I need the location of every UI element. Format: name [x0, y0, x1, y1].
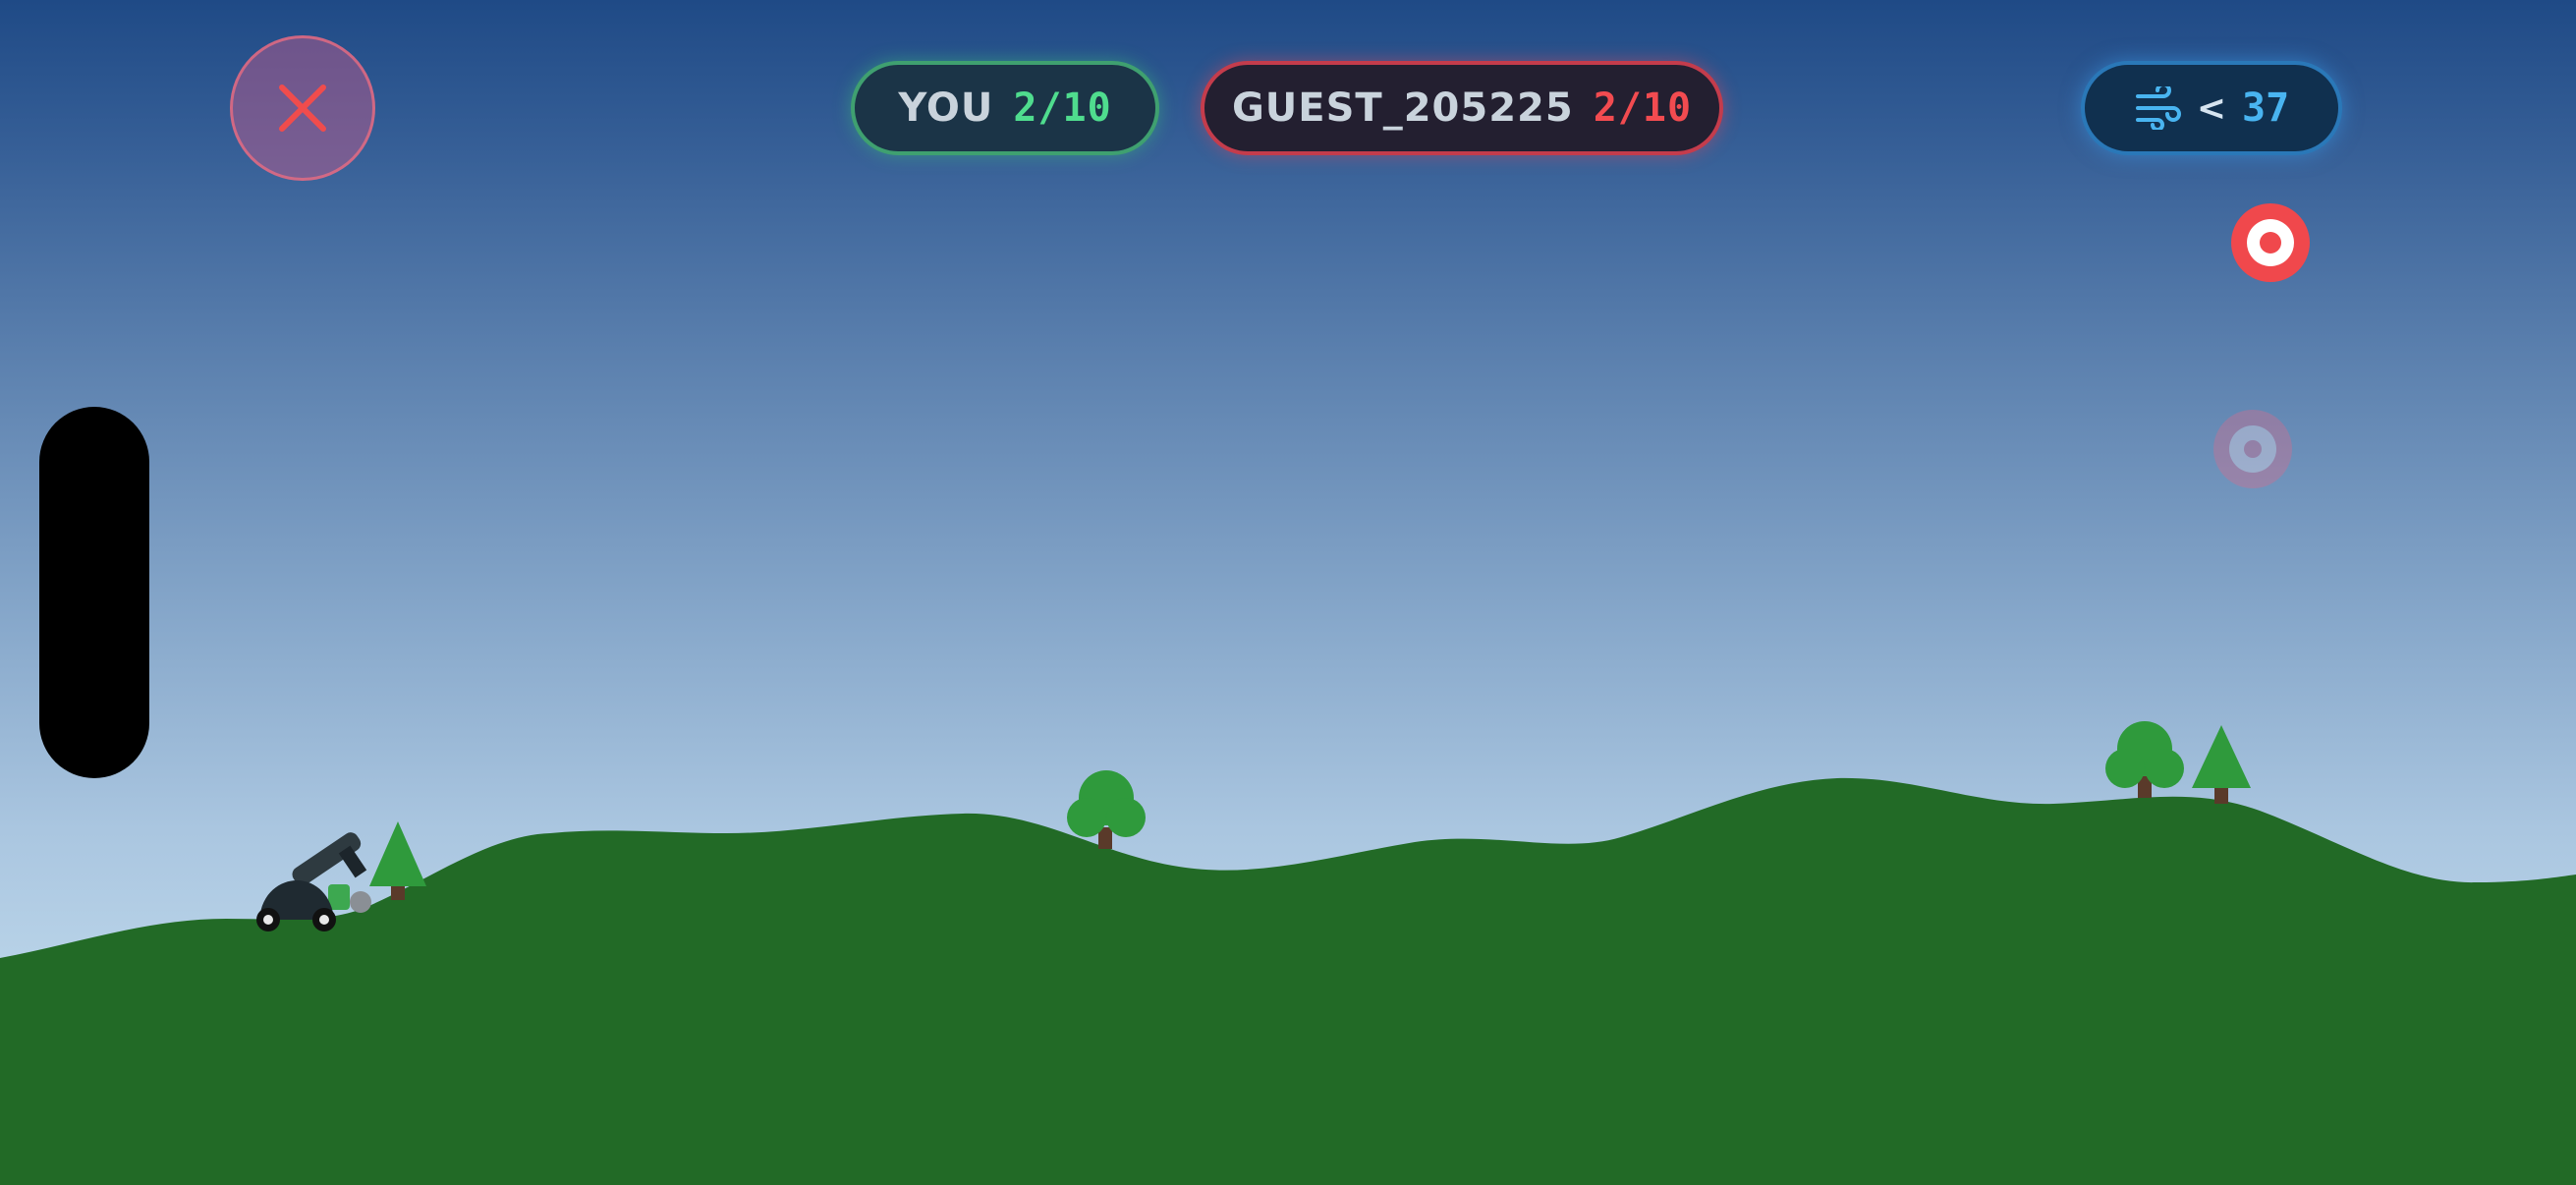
close-x-icon	[279, 85, 326, 132]
wind-indicator: < 37	[2081, 61, 2342, 155]
wind-icon	[2135, 86, 2181, 130]
opponent-score-pill: GUEST_205225 2/10	[1201, 61, 1723, 155]
wind-speed: 37	[2242, 85, 2290, 131]
close-button[interactable]	[230, 35, 375, 181]
cannonball	[350, 891, 371, 913]
player-label: YOU	[898, 85, 994, 131]
opponent-label: GUEST_205225	[1231, 85, 1574, 131]
game-scene[interactable]: YOU 2/10 GUEST_205225 2/10 < 37	[0, 0, 2576, 1185]
terrain-layer	[0, 721, 2576, 1185]
power-bar[interactable]	[39, 407, 149, 778]
round-tree	[1067, 770, 1146, 849]
round-tree	[2105, 721, 2184, 798]
player-score-pill: YOU 2/10	[851, 61, 1159, 155]
pine-tree	[2192, 725, 2251, 804]
opponent-score: 2/10	[1593, 85, 1693, 131]
wind-direction: <	[2196, 87, 2226, 129]
target-active[interactable]	[2230, 202, 2311, 283]
player-score: 2/10	[1013, 85, 1112, 131]
target-faded	[2213, 410, 2292, 488]
ground-hills	[0, 777, 2576, 1185]
